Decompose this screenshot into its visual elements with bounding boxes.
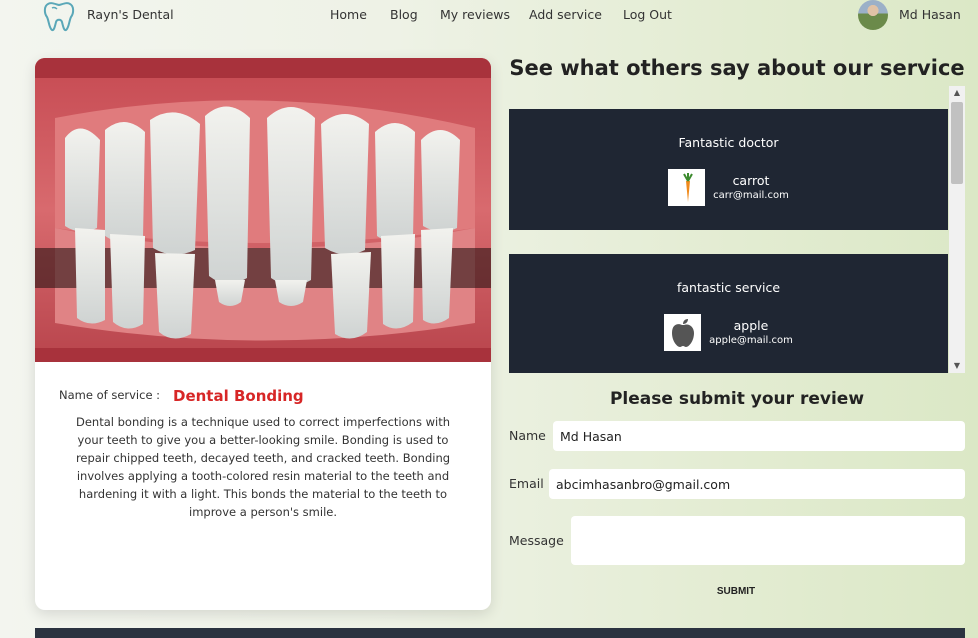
review-text: Fantastic doctor	[678, 135, 779, 150]
review-card: fantastic service apple apple@mail.com	[509, 254, 948, 373]
reviews-list[interactable]: Fantastic doctor carrot carr@mail.com fa…	[509, 86, 965, 373]
nav-home-link[interactable]: Home	[330, 7, 367, 22]
reviewer-email: carr@mail.com	[713, 190, 789, 201]
nav-blog-link[interactable]: Blog	[390, 7, 418, 22]
user-name: Md Hasan	[899, 7, 961, 22]
scroll-thumb[interactable]	[951, 102, 963, 184]
submit-button[interactable]: SUBMIT	[700, 583, 772, 599]
email-field[interactable]	[549, 469, 965, 499]
reviewer-name: apple	[733, 318, 769, 333]
reviews-scrollbar[interactable]: ▲ ▼	[949, 86, 965, 373]
review-card: Fantastic doctor carrot carr@mail.com	[509, 109, 948, 230]
reviewer-email: apple@mail.com	[709, 335, 793, 346]
footer	[35, 628, 965, 638]
top-nav: Rayn's Dental Home Blog My reviews Add s…	[0, 0, 978, 32]
review-text: fantastic service	[676, 280, 781, 295]
reviews-heading: See what others say about our service	[509, 56, 965, 80]
name-label: Name	[509, 428, 546, 443]
user-avatar[interactable]	[858, 0, 888, 30]
service-name: Dental Bonding	[173, 387, 304, 405]
tooth-logo-icon[interactable]	[40, 0, 78, 32]
message-field[interactable]	[571, 516, 965, 565]
review-form-heading: Please submit your review	[609, 389, 865, 409]
reviewer-name: carrot	[732, 173, 770, 188]
service-description: Dental bonding is a technique used to co…	[75, 415, 451, 519]
scroll-down-arrow-icon[interactable]: ▼	[949, 359, 965, 373]
brand-name[interactable]: Rayn's Dental	[87, 7, 174, 22]
scroll-up-arrow-icon[interactable]: ▲	[949, 86, 965, 100]
name-field[interactable]	[553, 421, 965, 451]
service-image	[35, 58, 491, 362]
nav-my-reviews-link[interactable]: My reviews	[440, 7, 510, 22]
service-card: Name of service : Dental Bonding Dental …	[35, 58, 491, 610]
nav-logout-link[interactable]: Log Out	[623, 7, 672, 22]
message-label: Message	[509, 533, 564, 548]
nav-add-service-link[interactable]: Add service	[529, 7, 602, 22]
service-name-label: Name of service :	[59, 388, 161, 402]
email-label: Email	[509, 476, 544, 491]
